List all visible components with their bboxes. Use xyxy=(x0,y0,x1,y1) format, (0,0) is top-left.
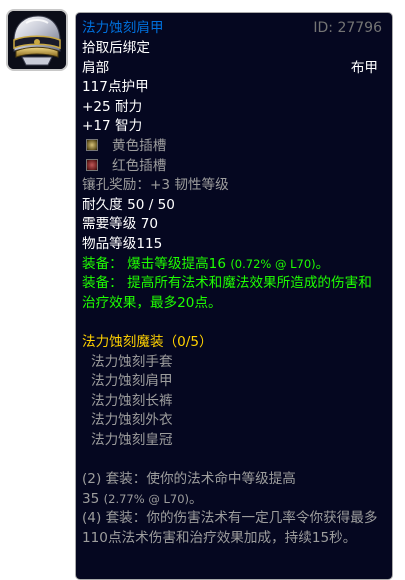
durability: 耐久度 50 / 50 xyxy=(82,196,175,213)
slot-row: 肩部 布甲 xyxy=(82,59,384,79)
item-slot: 肩部 xyxy=(82,59,110,76)
socket-red: 红色插槽 xyxy=(82,157,384,177)
equip-spellpower: 装备： 提高所有法术和魔法效果所造成的伤害和治疗效果，最多20点。 xyxy=(82,274,384,313)
shoulder-armor-icon xyxy=(8,11,66,69)
set-bonus-4: (4) 套装：你的伤害法术有一定几率令你获得最多110点法术伤害和治疗效果加成，… xyxy=(82,510,378,546)
set-bonus-2-end: 。 xyxy=(189,490,203,507)
equip-crit-text: 爆击等级提高16 xyxy=(127,255,226,272)
equip-spellpower-text: 提高所有法术和魔法效果所造成的伤害和治疗效果，最多20点。 xyxy=(82,275,372,311)
item-id: ID: 27796 xyxy=(313,20,382,36)
required-level: 需要等级 70 xyxy=(82,216,158,233)
socket-yellow-label: 黄色插槽 xyxy=(112,137,167,154)
equip-crit-note: (0.72% @ L70) xyxy=(230,256,316,271)
set-bonus-2-note: (2.77% @ L70) xyxy=(103,491,189,506)
bind-text: 拾取后绑定 xyxy=(82,40,150,56)
set-bonus-2-value: 35 xyxy=(82,490,100,507)
socket-yellow: 黄色插槽 xyxy=(82,137,384,157)
socket-bonus: 镶孔奖励：+3 韧性等级 xyxy=(82,177,229,194)
red-socket-icon xyxy=(86,158,98,171)
item-icon[interactable] xyxy=(6,9,68,71)
set-item[interactable]: 法力蚀刻皇冠 xyxy=(82,431,384,451)
equip-crit: 装备： 爆击等级提高16 (0.72% @ L70)。 xyxy=(82,255,384,275)
item-tooltip: 法力蚀刻肩甲 ID: 27796 拾取后绑定 肩部 布甲 117点护甲 +25 … xyxy=(75,12,393,580)
armor-value: 117点护甲 xyxy=(82,79,149,96)
item-level: 物品等级115 xyxy=(82,235,163,252)
equip-crit-end: 。 xyxy=(315,255,330,272)
set-bonus-2: (2) 套装：使你的法术命中等级提高 35 (2.77% @ L70)。 xyxy=(82,470,384,509)
set-item[interactable]: 法力蚀刻手套 xyxy=(82,353,384,373)
equip-label: 装备： xyxy=(82,275,123,292)
set-item[interactable]: 法力蚀刻长裤 xyxy=(82,392,384,412)
set-title[interactable]: 法力蚀刻魔装（0/5） xyxy=(82,333,384,353)
yellow-socket-icon xyxy=(86,138,98,151)
set-item[interactable]: 法力蚀刻外衣 xyxy=(82,411,384,431)
set-bonus-2-text: (2) 套装：使你的法术命中等级提高 xyxy=(82,471,296,488)
socket-red-label: 红色插槽 xyxy=(112,157,167,174)
set-item[interactable]: 法力蚀刻肩甲 xyxy=(82,372,384,392)
item-name[interactable]: 法力蚀刻肩甲 xyxy=(82,20,164,36)
equip-label: 装备： xyxy=(82,255,123,272)
stat-stamina: +25 耐力 xyxy=(82,98,143,115)
stat-intellect: +17 智力 xyxy=(82,118,143,135)
tooltip-header: 法力蚀刻肩甲 ID: 27796 xyxy=(82,19,384,39)
armor-type: 布甲 xyxy=(350,59,378,76)
